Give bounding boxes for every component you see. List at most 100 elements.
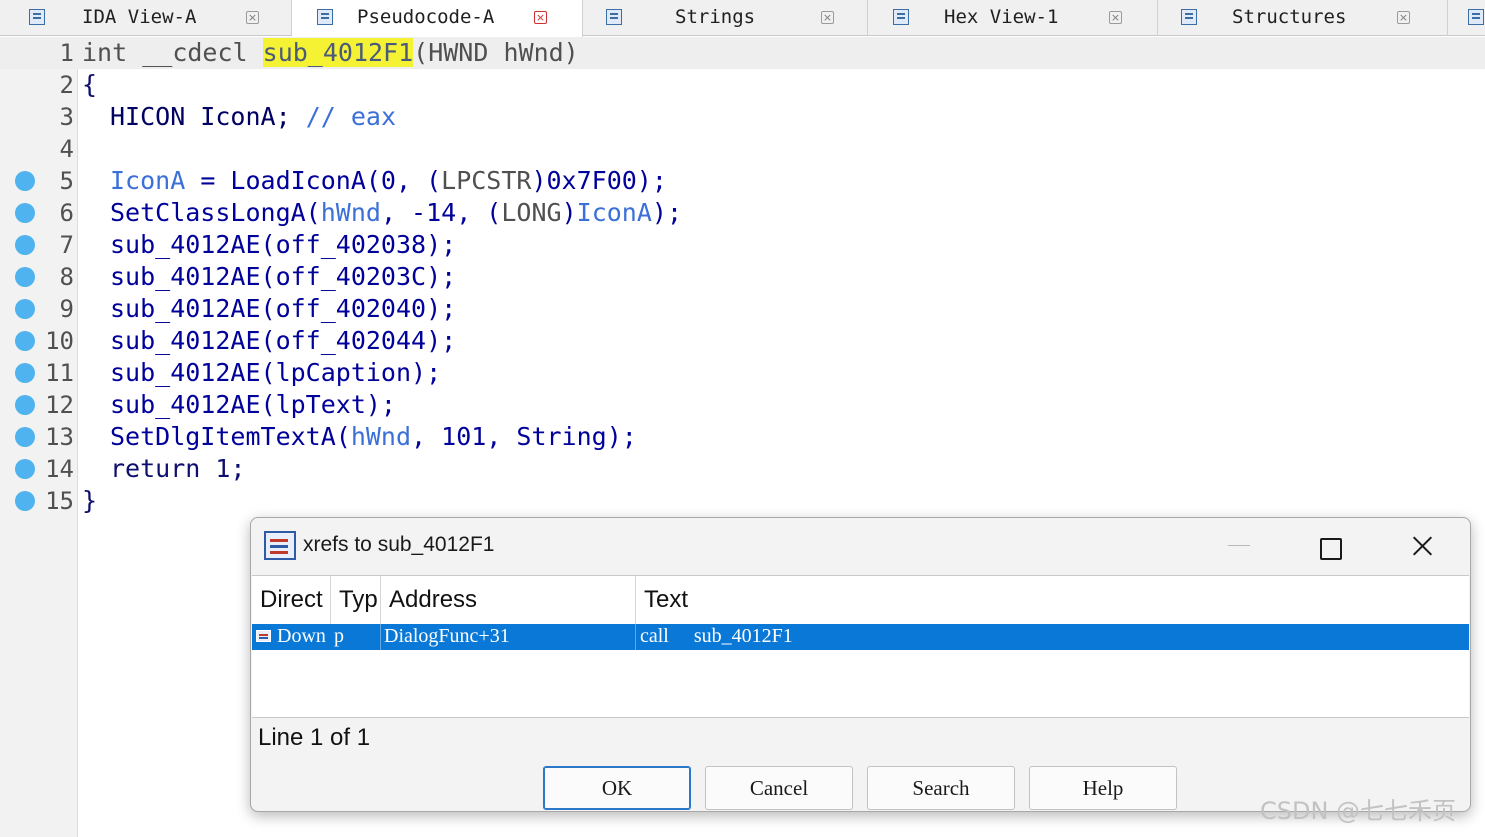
close-icon[interactable]: × [246,11,259,24]
line-number: 15 [45,487,74,515]
pseudocode-icon [317,9,333,25]
breakpoint-marker[interactable] [15,299,35,319]
breakpoint-marker[interactable] [15,203,35,223]
tab-ida-view-a[interactable]: IDA View-A × [0,0,292,36]
code-line[interactable]: 5 IconA = LoadIconA(0, (LPCSTR)0x7F00); [0,165,1485,197]
variable: hWnd [320,198,381,227]
breakpoint-marker[interactable] [15,427,35,447]
line-number: 3 [59,103,74,131]
code-line[interactable]: 8 sub_4012AE(off_40203C); [0,261,1485,293]
tab-label: Hex View-1 [944,6,1059,28]
breakpoint-marker[interactable] [15,395,35,415]
disassembly-icon [29,9,45,25]
line-number: 2 [59,71,74,99]
code-line[interactable]: 2 { [0,69,1485,101]
search-button[interactable]: Search [867,766,1015,810]
code-line[interactable]: 1 int __cdecl sub_4012F1(HWND hWnd) [0,37,1485,69]
breakpoint-marker[interactable] [15,171,35,191]
code-text: int __cdecl sub_4012F1(HWND hWnd) [82,38,579,67]
tab-label: Structures [1232,6,1347,28]
breakpoint-marker[interactable] [15,331,35,351]
code-text: SetDlgItemTextA(hWnd, 101, String); [110,422,637,451]
code-fragment: = LoadIconA(0, ( [185,166,442,195]
help-button[interactable]: Help [1029,766,1177,810]
code-line[interactable]: 7 sub_4012AE(off_402038); [0,229,1485,261]
code-line[interactable]: 11 sub_4012AE(lpCaption); [0,357,1485,389]
column-header-text[interactable]: Text [636,576,1469,624]
code-line[interactable]: 4 [0,133,1485,165]
breakpoint-marker[interactable] [15,363,35,383]
strings-icon [606,9,622,25]
ok-button[interactable]: OK [543,766,691,810]
maximize-icon[interactable] [1306,526,1352,566]
code-text: HICON IconA; // eax [110,102,396,131]
cell-text: call sub_4012F1 [640,625,793,647]
code-line[interactable]: 3 HICON IconA; // eax [0,101,1485,133]
tab-label: IDA View-A [82,6,197,28]
code-text: sub_4012AE(off_40203C); [110,262,457,291]
close-icon[interactable]: × [1397,11,1410,24]
status-line: Line 1 of 1 [258,724,371,751]
type-cast: LPCSTR [441,166,532,195]
code-fragment: , -14, ( [380,198,502,227]
tab-structures[interactable]: Structures × [1158,0,1448,36]
tab-hex-view-1[interactable]: Hex View-1 × [868,0,1158,36]
cancel-button[interactable]: Cancel [705,766,853,810]
variable: hWnd [350,422,412,451]
code-fragment: )0x7F00); [531,166,667,195]
hex-view-icon [893,9,909,25]
code-text: sub_4012AE(lpCaption); [110,358,442,387]
breakpoint-marker[interactable] [15,459,35,479]
dialog-title-bar[interactable]: xrefs to sub_4012F1 [251,518,1470,574]
close-icon[interactable]: × [821,11,834,24]
close-icon[interactable]: × [1109,11,1122,24]
line-number: 13 [45,423,74,451]
code-line[interactable]: 6 SetClassLongA(hWnd, -14, (LONG)IconA); [0,197,1485,229]
structures-icon [1181,9,1197,25]
tab-strings[interactable]: Strings × [583,0,868,36]
line-number: 8 [59,263,74,291]
comment: // [305,102,351,131]
column-header-direction[interactable]: Direct [252,576,331,624]
close-icon[interactable] [1399,526,1445,566]
dialog-title: xrefs to sub_4012F1 [303,533,495,556]
line-number: 9 [59,295,74,323]
xrefs-table[interactable]: Direct Typ Address Text Down p DialogFun… [252,575,1469,718]
tab-overflow[interactable] [1448,0,1485,36]
code-text: sub_4012AE(off_402044); [110,326,457,355]
tab-bar: IDA View-A × Pseudocode-A × Strings × He… [0,0,1485,37]
close-icon[interactable]: × [534,11,547,24]
variable: IconA [576,198,652,227]
code-text: sub_4012AE(lpText); [110,390,396,419]
signature-params: (HWND hWnd) [413,38,579,67]
function-call: SetDlgItemTextA( [110,422,351,451]
cell-direction: Down [277,625,326,647]
line-number: 14 [45,455,74,483]
keyword: int [82,38,128,67]
function-name-highlighted[interactable]: sub_4012F1 [262,38,414,67]
xref-row-icon [256,630,271,642]
code-line[interactable]: 13 SetDlgItemTextA(hWnd, 101, String); [0,421,1485,453]
code-text: sub_4012AE(off_402040); [110,294,457,323]
code-text: { [82,70,98,99]
column-header-address[interactable]: Address [381,576,636,624]
code-line[interactable]: 15 } [0,485,1485,517]
table-row[interactable]: Down p DialogFunc+31 call sub_4012F1 [252,624,1469,650]
tab-pseudocode-a[interactable]: Pseudocode-A × [292,0,583,37]
column-header-type[interactable]: Typ [331,576,381,624]
xrefs-app-icon [264,531,296,560]
function-call: SetClassLongA( [110,198,321,227]
minimize-icon[interactable] [1216,526,1262,566]
code-line[interactable]: 14 return 1; [0,453,1485,485]
code-fragment: ) [561,198,577,227]
line-number: 4 [59,135,74,163]
tab-label: Strings [675,6,756,28]
breakpoint-marker[interactable] [15,491,35,511]
code-text: return 1; [110,454,246,483]
calling-convention: __cdecl [142,38,248,67]
code-line[interactable]: 12 sub_4012AE(lpText); [0,389,1485,421]
breakpoint-marker[interactable] [15,235,35,255]
code-line[interactable]: 10 sub_4012AE(off_402044); [0,325,1485,357]
code-line[interactable]: 9 sub_4012AE(off_402040); [0,293,1485,325]
breakpoint-marker[interactable] [15,267,35,287]
